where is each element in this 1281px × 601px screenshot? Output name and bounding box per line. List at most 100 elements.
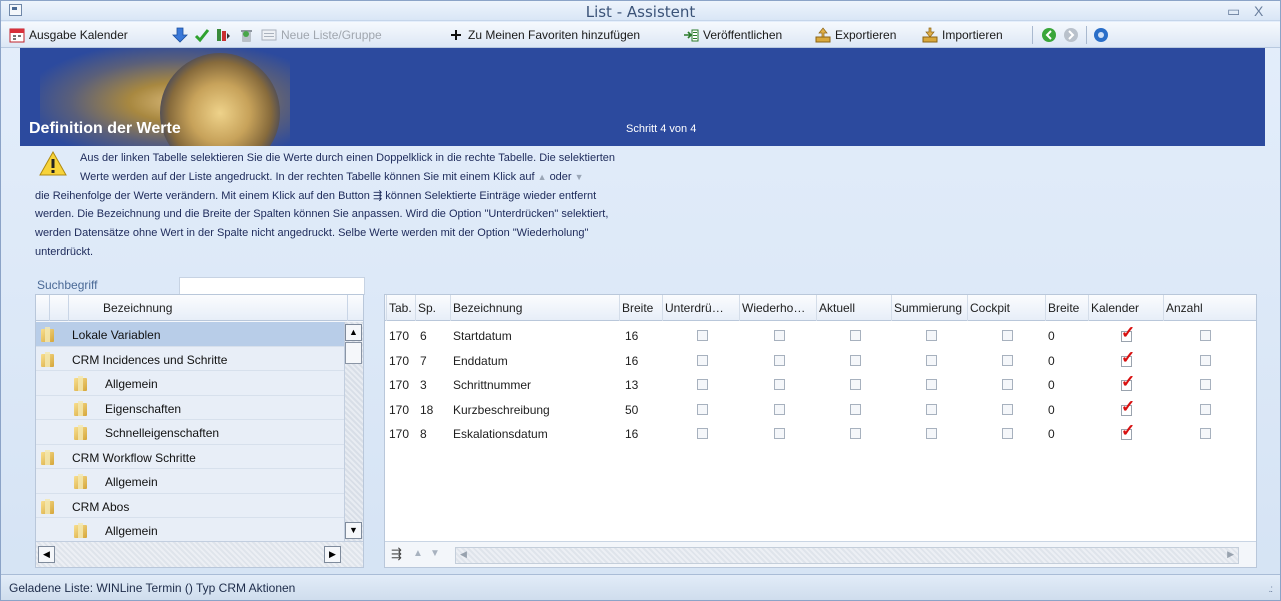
checkbox-aktuell[interactable] bbox=[850, 330, 861, 341]
column-header-aktuell[interactable]: Aktuell bbox=[819, 301, 855, 315]
move-up-button[interactable]: ▲ bbox=[413, 548, 423, 559]
table-row[interactable]: 170 7 Enddatum 16 0 bbox=[385, 348, 1245, 372]
checkbox-wiederholung[interactable] bbox=[774, 330, 785, 341]
columns-button[interactable] bbox=[215, 26, 235, 44]
column-header-anzahl[interactable]: Anzahl bbox=[1166, 301, 1203, 315]
cell-bez[interactable]: Startdatum bbox=[453, 329, 512, 343]
column-divider[interactable] bbox=[1163, 295, 1164, 321]
checkbox-anzahl[interactable] bbox=[1200, 428, 1211, 439]
column-divider[interactable] bbox=[662, 295, 663, 321]
column-header-breite[interactable]: Breite bbox=[622, 301, 653, 315]
minimize-button[interactable]: ▭ bbox=[1227, 3, 1240, 20]
column-divider[interactable] bbox=[1045, 295, 1046, 321]
cell-sp[interactable]: 8 bbox=[420, 427, 427, 441]
scroll-right-button[interactable]: ▶ bbox=[1227, 549, 1234, 560]
tree-item[interactable]: CRM Abos bbox=[36, 493, 344, 518]
column-divider[interactable] bbox=[739, 295, 740, 321]
cell-breite2[interactable]: 0 bbox=[1048, 329, 1055, 343]
import-button[interactable]: Importieren bbox=[922, 26, 1003, 44]
column-header-bezeichnung[interactable]: Bezeichnung bbox=[453, 301, 522, 315]
new-list-group-button[interactable]: Neue Liste/Gruppe bbox=[261, 26, 382, 44]
cell-breite[interactable]: 50 bbox=[625, 403, 638, 417]
back-button[interactable] bbox=[1041, 26, 1061, 44]
checkbox-cockpit[interactable] bbox=[1002, 354, 1013, 366]
column-divider[interactable] bbox=[415, 295, 416, 321]
cell-breite[interactable]: 16 bbox=[625, 427, 638, 441]
scroll-left-button[interactable]: ◀ bbox=[38, 546, 55, 563]
vertical-scrollbar[interactable]: ▲ ▼ bbox=[344, 322, 363, 541]
checkbox-anzahl[interactable] bbox=[1200, 403, 1211, 415]
checkbox-wiederholung[interactable] bbox=[774, 403, 785, 415]
checkbox-aktuell[interactable] bbox=[850, 379, 861, 390]
table-row[interactable]: 170 6 Startdatum 16 0 bbox=[385, 323, 1245, 347]
tree-item[interactable]: Allgemein bbox=[36, 371, 344, 396]
checkbox-aktuell[interactable] bbox=[850, 428, 861, 439]
column-divider[interactable] bbox=[967, 295, 968, 321]
column-header-tab[interactable]: Tab. bbox=[389, 301, 412, 315]
column-divider[interactable] bbox=[386, 295, 387, 321]
checkbox-summierung[interactable] bbox=[926, 330, 937, 341]
cell-tab[interactable]: 170 bbox=[389, 378, 409, 392]
horizontal-scrollbar[interactable]: ◀ ▶ bbox=[36, 541, 363, 567]
help-button[interactable] bbox=[1093, 26, 1113, 44]
cell-breite2[interactable]: 0 bbox=[1048, 427, 1055, 441]
scroll-up-button[interactable]: ▲ bbox=[345, 324, 362, 341]
apply-button[interactable] bbox=[194, 26, 214, 44]
checkbox-cockpit[interactable] bbox=[1002, 379, 1013, 390]
cell-sp[interactable]: 6 bbox=[420, 329, 427, 343]
checkbox-wiederholung[interactable] bbox=[774, 354, 785, 366]
column-header-kalender[interactable]: Kalender bbox=[1091, 301, 1139, 315]
checkbox-kalender[interactable] bbox=[1121, 348, 1135, 368]
scroll-down-button[interactable]: ▼ bbox=[345, 522, 362, 539]
column-header-summierung[interactable]: Summierung bbox=[894, 301, 962, 315]
cell-breite[interactable]: 16 bbox=[625, 329, 638, 343]
cell-bez[interactable]: Schrittnummer bbox=[453, 378, 531, 392]
cell-sp[interactable]: 7 bbox=[420, 354, 427, 368]
checkbox-unterdruecken[interactable] bbox=[697, 428, 708, 439]
tree-item[interactable]: Allgemein bbox=[36, 469, 344, 494]
checkbox-kalender[interactable] bbox=[1121, 323, 1135, 343]
column-header-cockpit[interactable]: Cockpit bbox=[970, 301, 1010, 315]
checkbox-unterdruecken[interactable] bbox=[697, 379, 708, 390]
down-arrow-button[interactable] bbox=[172, 26, 192, 44]
tree-item[interactable]: Lokale Variablen bbox=[36, 322, 344, 347]
cell-breite2[interactable]: 0 bbox=[1048, 378, 1055, 392]
column-header-sp[interactable]: Sp. bbox=[418, 301, 436, 315]
checkbox-summierung[interactable] bbox=[926, 354, 937, 366]
column-divider[interactable] bbox=[1088, 295, 1089, 321]
checkbox-unterdruecken[interactable] bbox=[697, 330, 708, 341]
checkbox-anzahl[interactable] bbox=[1200, 354, 1211, 366]
cell-sp[interactable]: 18 bbox=[420, 403, 433, 417]
resize-grip[interactable]: .: bbox=[1268, 584, 1272, 595]
horizontal-scrollbar[interactable]: ◀ ▶ bbox=[455, 547, 1239, 564]
cell-tab[interactable]: 170 bbox=[389, 354, 409, 368]
checkbox-anzahl[interactable] bbox=[1200, 330, 1211, 341]
checkbox-kalender[interactable] bbox=[1121, 397, 1135, 417]
scroll-left-button[interactable]: ◀ bbox=[460, 549, 467, 560]
checkbox-anzahl[interactable] bbox=[1200, 379, 1211, 390]
column-divider[interactable] bbox=[619, 295, 620, 321]
tree-item[interactable]: Eigenschaften bbox=[36, 395, 344, 420]
checkbox-unterdruecken[interactable] bbox=[697, 354, 708, 366]
export-button[interactable]: Exportieren bbox=[815, 26, 896, 44]
tree-item[interactable]: Allgemein bbox=[36, 518, 344, 543]
column-header-wiederholung[interactable]: Wiederho… bbox=[742, 301, 805, 315]
cell-breite[interactable]: 13 bbox=[625, 378, 638, 392]
checkbox-kalender[interactable] bbox=[1121, 372, 1135, 392]
checkbox-wiederholung[interactable] bbox=[774, 428, 785, 439]
checkbox-kalender[interactable] bbox=[1121, 421, 1135, 441]
column-divider[interactable] bbox=[891, 295, 892, 321]
checkbox-aktuell[interactable] bbox=[850, 354, 861, 366]
cell-breite2[interactable]: 0 bbox=[1048, 354, 1055, 368]
checkbox-summierung[interactable] bbox=[926, 379, 937, 390]
checkbox-cockpit[interactable] bbox=[1002, 330, 1013, 341]
checkbox-wiederholung[interactable] bbox=[774, 379, 785, 390]
cell-bez[interactable]: Eskalationsdatum bbox=[453, 427, 548, 441]
search-input[interactable] bbox=[179, 277, 365, 295]
cell-tab[interactable]: 170 bbox=[389, 403, 409, 417]
tree-item[interactable]: CRM Incidences und Schritte bbox=[36, 346, 344, 371]
table-row[interactable]: 170 18 Kurzbeschreibung 50 0 bbox=[385, 397, 1245, 421]
checkbox-unterdruecken[interactable] bbox=[697, 403, 708, 415]
scroll-right-button[interactable]: ▶ bbox=[324, 546, 341, 563]
remove-entry-button[interactable]: ⇶ bbox=[391, 546, 402, 562]
